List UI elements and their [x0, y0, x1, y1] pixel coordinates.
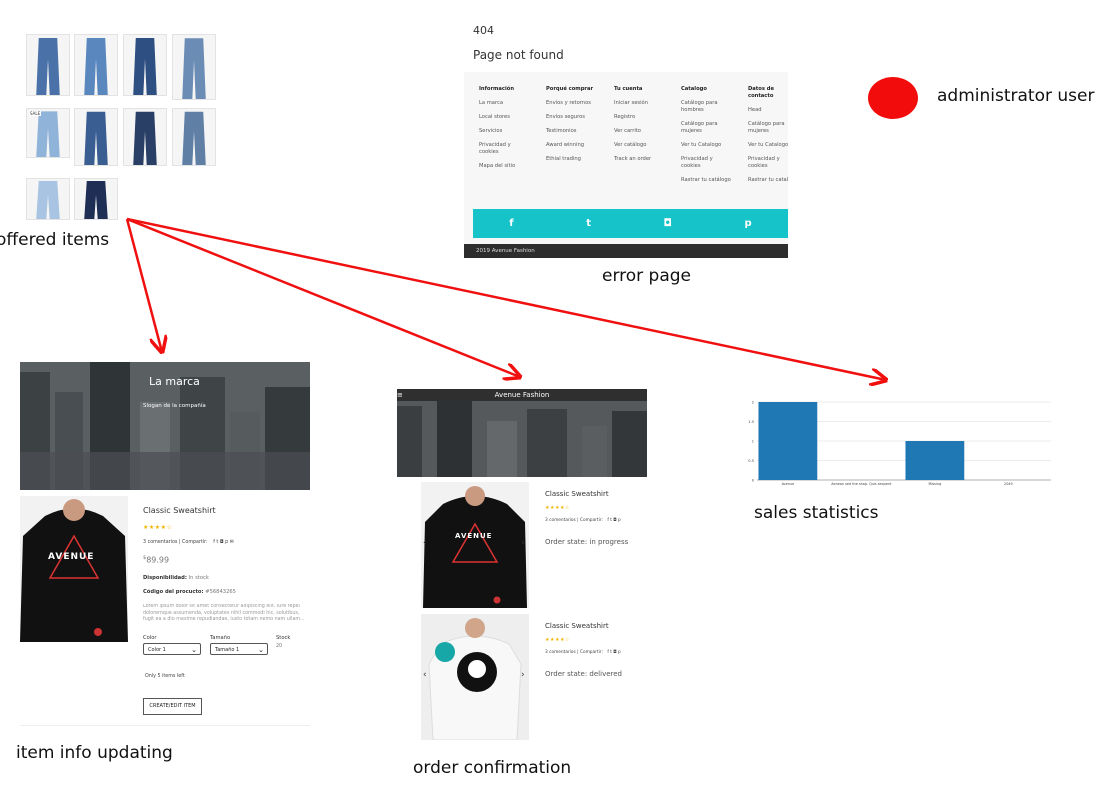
product-image: AVENUE — [421, 482, 529, 608]
product-title: Classic Sweatshirt — [143, 506, 216, 515]
comments-share: 3 comentarios | Compartir: f t ◘ p ✉ — [143, 540, 234, 545]
size-select-value: Tamaño 1 — [215, 647, 240, 653]
hero-banner: La marca Slogan de la compañía — [20, 362, 310, 490]
chevron-right-icon[interactable]: › — [521, 670, 525, 680]
order-state: Order state: in progress — [545, 538, 629, 546]
share-icons[interactable]: f t ◘ p ✉ — [213, 540, 234, 545]
arrow-to-order-confirmation — [126, 217, 520, 377]
y-tick-label: 1.5 — [748, 420, 754, 424]
order-state: Order state: delivered — [545, 670, 622, 678]
sales-chart: 0 0.5 1 1.5 2 Avenue Aenean sed the shop. Quis… — [748, 401, 1051, 486]
chart-bar — [758, 402, 818, 480]
order-product-title: Classic Sweatshirt — [545, 490, 609, 498]
product-image: AVENUE — [20, 496, 128, 642]
arrow-to-sales-statistics — [126, 217, 886, 380]
stock-value: 20 — [276, 644, 283, 649]
availability-value: In stock — [188, 575, 209, 581]
y-tick-label: 2 — [752, 401, 754, 405]
shirt-print: AVENUE — [48, 552, 95, 562]
order-product-title: Classic Sweatshirt — [545, 622, 609, 630]
availability: Disponibilidad: In stock — [143, 575, 209, 581]
comments-link[interactable]: 3 comentarios | Compartir: — [545, 650, 603, 655]
product-code: Código del procucto: #56843265 — [143, 589, 236, 595]
size-select[interactable]: Tamaño 1 ⌄ — [210, 643, 268, 655]
only-left-text: Only 5 items left — [145, 674, 185, 679]
chart-bar — [905, 441, 965, 480]
hero-banner — [397, 401, 647, 477]
color-select[interactable]: Color 1 ⌄ — [143, 643, 201, 655]
product-image — [421, 614, 529, 740]
caption-sales-statistics: sales statistics — [754, 503, 879, 523]
shirt-print: AVENUE — [455, 532, 493, 540]
comments-share: 3 comentarios | Compartir: f t ◘ p — [545, 518, 621, 523]
x-tick-label: Avenue — [782, 482, 795, 486]
price-value: 89.99 — [146, 555, 170, 565]
comments-link[interactable]: 3 comentarios | Compartir: — [545, 518, 603, 523]
chevron-left-icon[interactable]: ‹ — [423, 538, 427, 548]
rating-stars: ★★★★☆ — [545, 637, 570, 643]
stock-label: Stock — [276, 635, 291, 641]
y-tick-label: 0.5 — [748, 459, 754, 463]
chevron-left-icon[interactable]: ‹ — [423, 670, 427, 680]
caption-order-confirmation: order confirmation — [413, 758, 572, 778]
arrow-to-item-info — [125, 218, 162, 352]
brand-slogan: Slogan de la compañía — [143, 403, 206, 409]
header-title: Avenue Fashion — [494, 391, 550, 399]
y-tick-label: 1 — [752, 440, 754, 444]
app-header: ≡ Avenue Fashion — [397, 389, 647, 401]
rating-stars: ★★★★☆ — [545, 505, 570, 511]
y-tick-label: 0 — [752, 479, 755, 483]
product-description: Lorem ipsum dolor sit amet consectetur a… — [143, 604, 305, 622]
chevron-right-icon[interactable]: › — [521, 538, 525, 548]
caption-item-info-updating: item info updating — [16, 743, 173, 763]
menu-icon[interactable]: ≡ — [397, 389, 403, 401]
chevron-down-icon: ⌄ — [191, 646, 197, 654]
availability-label: Disponibilidad: — [143, 575, 187, 581]
size-label: Tamaño — [210, 635, 231, 641]
share-icons[interactable]: f t ◘ p — [607, 518, 620, 523]
x-tick-label: Aenean sed the shop. Quis sequent — [831, 482, 892, 486]
create-edit-item-button[interactable]: CREATE/EDIT ITEM — [143, 698, 202, 715]
x-tick-label: 2049 — [1004, 482, 1013, 486]
comments-share: 3 comentarios | Compartir: f t ◘ p — [545, 650, 621, 655]
product-code-value: #56843265 — [205, 589, 236, 595]
chevron-down-icon: ⌄ — [258, 646, 264, 654]
share-icons[interactable]: f t ◘ p — [607, 650, 620, 655]
city-skyline-image — [397, 401, 647, 477]
rating-stars: ★★★★☆ — [143, 524, 173, 531]
product-code-label: Código del procucto: — [143, 589, 204, 595]
color-label: Color — [143, 635, 157, 641]
comments-link[interactable]: 3 comentarios | Compartir: — [143, 540, 208, 545]
divider — [20, 725, 310, 726]
product-price: $89.99 — [143, 555, 169, 565]
color-select-value: Color 1 — [148, 647, 166, 653]
x-tick-label: Missing — [929, 482, 942, 486]
brand-title: La marca — [149, 375, 200, 388]
